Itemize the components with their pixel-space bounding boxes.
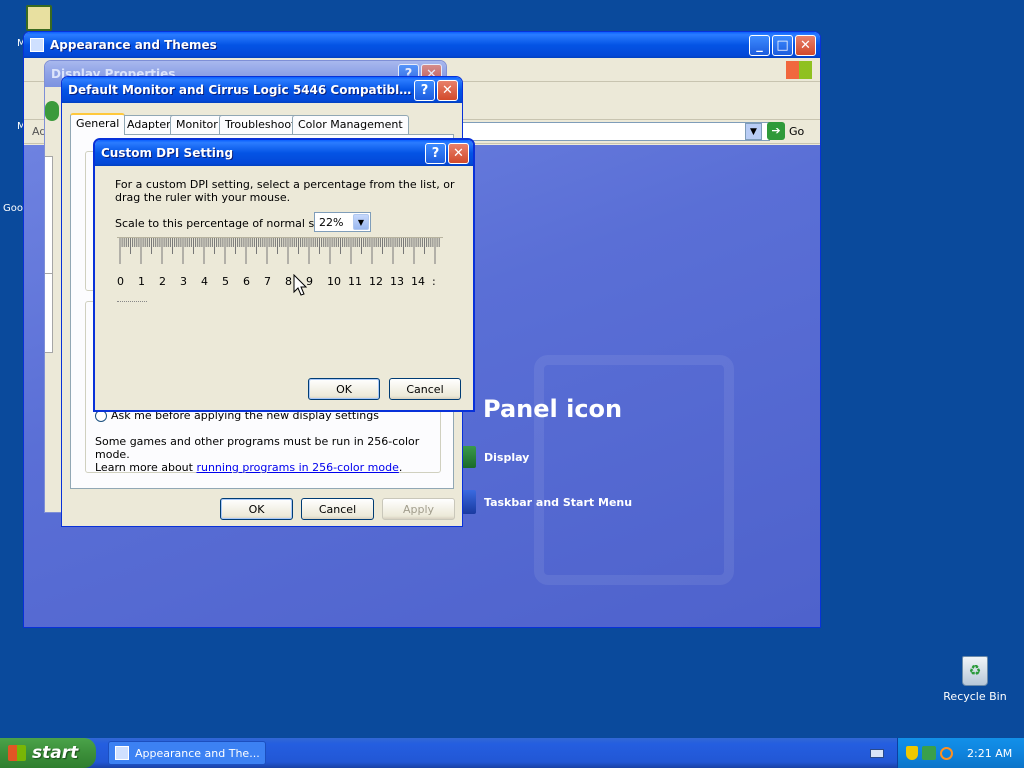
note-line-1: Some games and other programs must be ru…	[95, 435, 420, 461]
windows-logo-icon	[786, 61, 812, 79]
taskbar-icon	[462, 490, 476, 514]
chevron-down-icon[interactable]: ▼	[353, 214, 369, 230]
monitor-apply-button[interactable]: Apply	[382, 498, 455, 520]
address-dropdown-button[interactable]: ▼	[745, 123, 762, 140]
control-panel-task-icon	[115, 746, 129, 760]
ruler-number: 0	[117, 275, 124, 288]
256-color-note: Some games and other programs must be ru…	[95, 435, 453, 474]
tab-general[interactable]: General	[70, 113, 126, 135]
dpi-title: Custom DPI Setting	[101, 146, 234, 160]
windows-flag-icon	[8, 745, 26, 761]
ruler-number: :	[432, 275, 436, 288]
panel-heading: Panel icon	[483, 395, 623, 423]
ruler-number: 14	[411, 275, 425, 288]
monitor-title: Default Monitor and Cirrus Logic 5446 Co…	[68, 83, 412, 97]
close-button[interactable]: ✕	[795, 34, 816, 56]
go-label: Go	[789, 124, 805, 138]
tab-troubleshoot[interactable]: Troubleshoot	[219, 115, 302, 134]
sample-text-dots	[117, 301, 147, 302]
note-suffix: .	[398, 461, 403, 474]
instructions-line-2: drag the ruler with your mouse.	[115, 191, 291, 204]
custom-dpi-dialog: Custom DPI Setting ? ✕ For a custom DPI …	[93, 138, 475, 412]
start-button[interactable]: start	[0, 738, 96, 768]
ruler-number: 1	[138, 275, 145, 288]
instructions-line-1: For a custom DPI setting, select a perce…	[115, 178, 455, 191]
ruler-number: 13	[390, 275, 404, 288]
ruler-number: 5	[222, 275, 229, 288]
ruler-number: 10	[327, 275, 341, 288]
ruler-number: 11	[348, 275, 362, 288]
search-icon[interactable]	[940, 746, 953, 760]
minimize-button[interactable]: _	[749, 34, 770, 56]
security-shield-icon[interactable]	[906, 746, 918, 760]
tab-monitor[interactable]: Monitor	[170, 115, 224, 134]
dpi-ruler[interactable]: 0 1 2 3 4 5 6 7 8 9 10 11 12 13 14:	[117, 237, 443, 289]
dpi-help-button[interactable]: ?	[425, 142, 446, 164]
desktop-fragment-3: Goo	[3, 203, 23, 214]
tab-color-management[interactable]: Color Management	[292, 115, 409, 134]
go-button[interactable]: ➔ Go	[767, 122, 804, 140]
monitor-close-button[interactable]: ✕	[437, 79, 458, 101]
link-taskbar[interactable]: Taskbar and Start Menu	[462, 490, 632, 514]
note-line-2: Learn more about running programs in 256…	[95, 461, 453, 474]
watermark-check	[534, 355, 734, 585]
desktop-icon-top[interactable]	[26, 5, 52, 31]
recycle-bin[interactable]: ♻ Recycle Bin	[940, 656, 1010, 703]
ruler-number: 7	[264, 275, 271, 288]
network-icon[interactable]	[922, 746, 936, 760]
keyboard-icon[interactable]	[870, 749, 884, 758]
ruler-number: 4	[201, 275, 208, 288]
clock[interactable]: 2:21 AM	[967, 747, 1012, 760]
taskbar-item-appearance[interactable]: Appearance and The...	[108, 741, 266, 765]
scale-value: 22%	[319, 216, 344, 229]
system-tray: 2:21 AM	[897, 738, 1024, 768]
display-icon	[462, 446, 476, 468]
tab-strip: General Adapter Monitor Troubleshoot Col…	[70, 113, 458, 135]
appearance-titlebar[interactable]: Appearance and Themes _ □ ✕	[24, 32, 820, 58]
recycle-bin-label: Recycle Bin	[943, 690, 1007, 703]
monitor-cancel-button[interactable]: Cancel	[301, 498, 374, 520]
go-arrow-icon: ➔	[767, 122, 785, 140]
maximize-button[interactable]: □	[772, 34, 793, 56]
taskbar: start Appearance and The... 2:21 AM	[0, 738, 1024, 768]
start-label: start	[32, 743, 79, 763]
link-display-label: Display	[484, 450, 530, 464]
scale-select[interactable]: 22% ▼	[314, 212, 371, 232]
dpi-titlebar[interactable]: Custom DPI Setting ? ✕	[95, 140, 473, 166]
ruler-numbers: 0 1 2 3 4 5 6 7 8 9 10 11 12 13 14:	[117, 275, 443, 289]
ruler-ticks	[119, 238, 440, 264]
display-left-strip-3	[45, 273, 53, 353]
ruler-number: 12	[369, 275, 383, 288]
monitor-help-button[interactable]: ?	[414, 79, 435, 101]
recycle-bin-icon: ♻	[962, 656, 988, 686]
running-programs-link[interactable]: running programs in 256-color mode	[196, 461, 398, 474]
link-taskbar-label: Taskbar and Start Menu	[484, 495, 633, 509]
ruler-number: 2	[159, 275, 166, 288]
dpi-ok-button[interactable]: OK	[308, 378, 380, 400]
dpi-instructions: For a custom DPI setting, select a perce…	[115, 178, 454, 204]
ruler-number: 6	[243, 275, 250, 288]
dpi-cancel-button[interactable]: Cancel	[389, 378, 461, 400]
dpi-close-button[interactable]: ✕	[448, 142, 469, 164]
monitor-ok-button[interactable]: OK	[220, 498, 293, 520]
monitor-titlebar[interactable]: Default Monitor and Cirrus Logic 5446 Co…	[62, 77, 462, 103]
link-display[interactable]: Display	[462, 446, 529, 468]
scale-label: Scale to this percentage of normal size:	[115, 217, 334, 230]
tab-adapter[interactable]: Adapter	[121, 115, 177, 134]
mouse-cursor	[293, 274, 308, 296]
note-prefix: Learn more about	[95, 461, 197, 474]
control-panel-icon	[30, 38, 44, 52]
ruler-number: 8	[285, 275, 292, 288]
window-title: Appearance and Themes	[50, 38, 217, 52]
task-label: Appearance and The...	[135, 746, 260, 760]
ruler-number: 3	[180, 275, 187, 288]
display-left-strip-1	[45, 101, 59, 121]
